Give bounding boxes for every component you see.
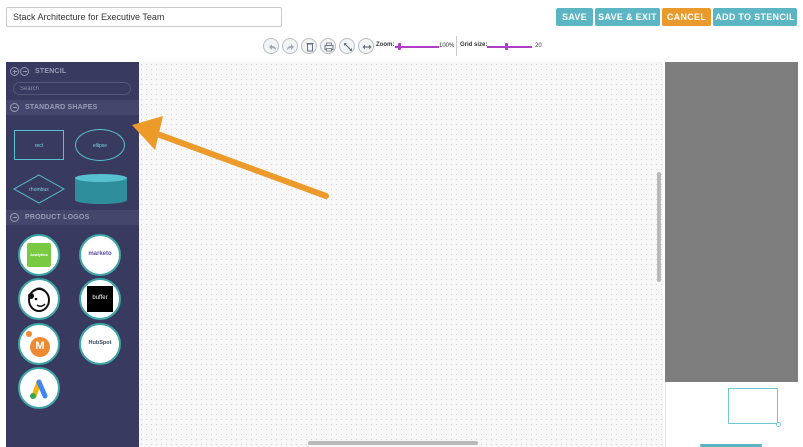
mailchimp-icon bbox=[28, 287, 50, 312]
rect-shape[interactable]: rect bbox=[14, 130, 64, 160]
stencil-sidebar: STENCIL STANDARD SHAPES rect ellipse rho… bbox=[6, 62, 139, 447]
google-ads-logo[interactable] bbox=[18, 367, 60, 409]
add-stencil-icon[interactable] bbox=[10, 67, 19, 76]
delete-button[interactable] bbox=[301, 38, 317, 54]
zoom-label: Zoom: bbox=[376, 42, 395, 48]
fit-button[interactable] bbox=[339, 38, 355, 54]
collapse-stencil-icon[interactable] bbox=[20, 67, 29, 76]
standard-shapes-title: STANDARD SHAPES bbox=[25, 104, 98, 111]
redo-icon bbox=[287, 44, 294, 50]
collapse-logos-icon[interactable] bbox=[10, 213, 19, 222]
canvas-horizontal-scrollbar[interactable] bbox=[308, 441, 478, 445]
stencil-header: STENCIL bbox=[6, 64, 139, 79]
outline-viewport[interactable] bbox=[728, 388, 778, 424]
buffer-logo-label: buffer bbox=[92, 295, 108, 301]
marketo-logo[interactable]: marketo bbox=[79, 234, 121, 276]
zoom-slider-handle[interactable] bbox=[398, 43, 401, 50]
buffer-logo[interactable]: buffer bbox=[79, 278, 121, 320]
fit-icon bbox=[344, 43, 352, 51]
google-ads-icon bbox=[30, 379, 48, 399]
m-logo-letter: M bbox=[35, 340, 45, 352]
properties-panel bbox=[665, 62, 798, 382]
ellipse-shape[interactable]: ellipse bbox=[75, 129, 125, 161]
undo-icon bbox=[269, 44, 276, 50]
rect-shape-label: rect bbox=[34, 143, 44, 149]
stencil-title: STENCIL bbox=[35, 68, 67, 75]
mailchimp-logo[interactable] bbox=[18, 278, 60, 320]
toolbar-divider bbox=[456, 36, 457, 56]
m-logo-dot bbox=[26, 331, 32, 337]
diagram-canvas[interactable] bbox=[139, 62, 663, 447]
collapse-shapes-icon[interactable] bbox=[10, 103, 19, 112]
redo-button[interactable] bbox=[282, 38, 298, 54]
cancel-button[interactable]: CANCEL bbox=[662, 8, 711, 26]
product-logos-header[interactable]: PRODUCT LOGOS bbox=[6, 210, 139, 225]
grid-size-label: Grid size: bbox=[460, 42, 488, 48]
stencil-search-input[interactable] bbox=[13, 82, 131, 95]
zoom-slider-track[interactable] bbox=[395, 46, 439, 48]
grid-size-slider-handle[interactable] bbox=[505, 43, 508, 50]
grid-size-slider-track[interactable] bbox=[487, 46, 532, 48]
standard-shapes-header[interactable]: STANDARD SHAPES bbox=[6, 100, 139, 115]
product-logos-title: PRODUCT LOGOS bbox=[25, 214, 90, 221]
grid-size-value: 20 bbox=[535, 43, 542, 49]
outline-resize-handle[interactable] bbox=[776, 422, 781, 427]
analytics-logo[interactable]: Analytics bbox=[18, 234, 60, 276]
diagram-editor: SAVE SAVE & EXIT CANCEL ADD TO STENCIL Z… bbox=[0, 0, 803, 447]
rhombus-shape-label: rhombus bbox=[29, 187, 49, 193]
print-button[interactable] bbox=[320, 38, 336, 54]
save-and-exit-button[interactable]: SAVE & EXIT bbox=[595, 8, 660, 26]
m-logo[interactable]: M bbox=[18, 323, 60, 365]
hubspot-logo-label: HubSpot bbox=[88, 340, 112, 346]
analytics-logo-label: Analytics bbox=[30, 252, 48, 257]
resize-icon bbox=[362, 44, 372, 50]
delete-icon bbox=[306, 43, 314, 52]
add-to-stencil-button[interactable]: ADD TO STENCIL bbox=[713, 8, 797, 26]
cylinder-shape[interactable] bbox=[74, 173, 128, 205]
marketo-logo-label: marketo bbox=[88, 251, 112, 257]
canvas-vertical-scrollbar[interactable] bbox=[657, 172, 661, 282]
hubspot-logo[interactable]: HubSpot bbox=[79, 323, 121, 365]
ellipse-shape-label: ellipse bbox=[92, 143, 108, 149]
zoom-value: 100% bbox=[439, 43, 455, 49]
resize-button[interactable] bbox=[358, 38, 374, 54]
save-button[interactable]: SAVE bbox=[556, 8, 593, 26]
undo-button[interactable] bbox=[263, 38, 279, 54]
diagram-title-input[interactable] bbox=[6, 7, 282, 27]
print-icon bbox=[324, 42, 334, 52]
